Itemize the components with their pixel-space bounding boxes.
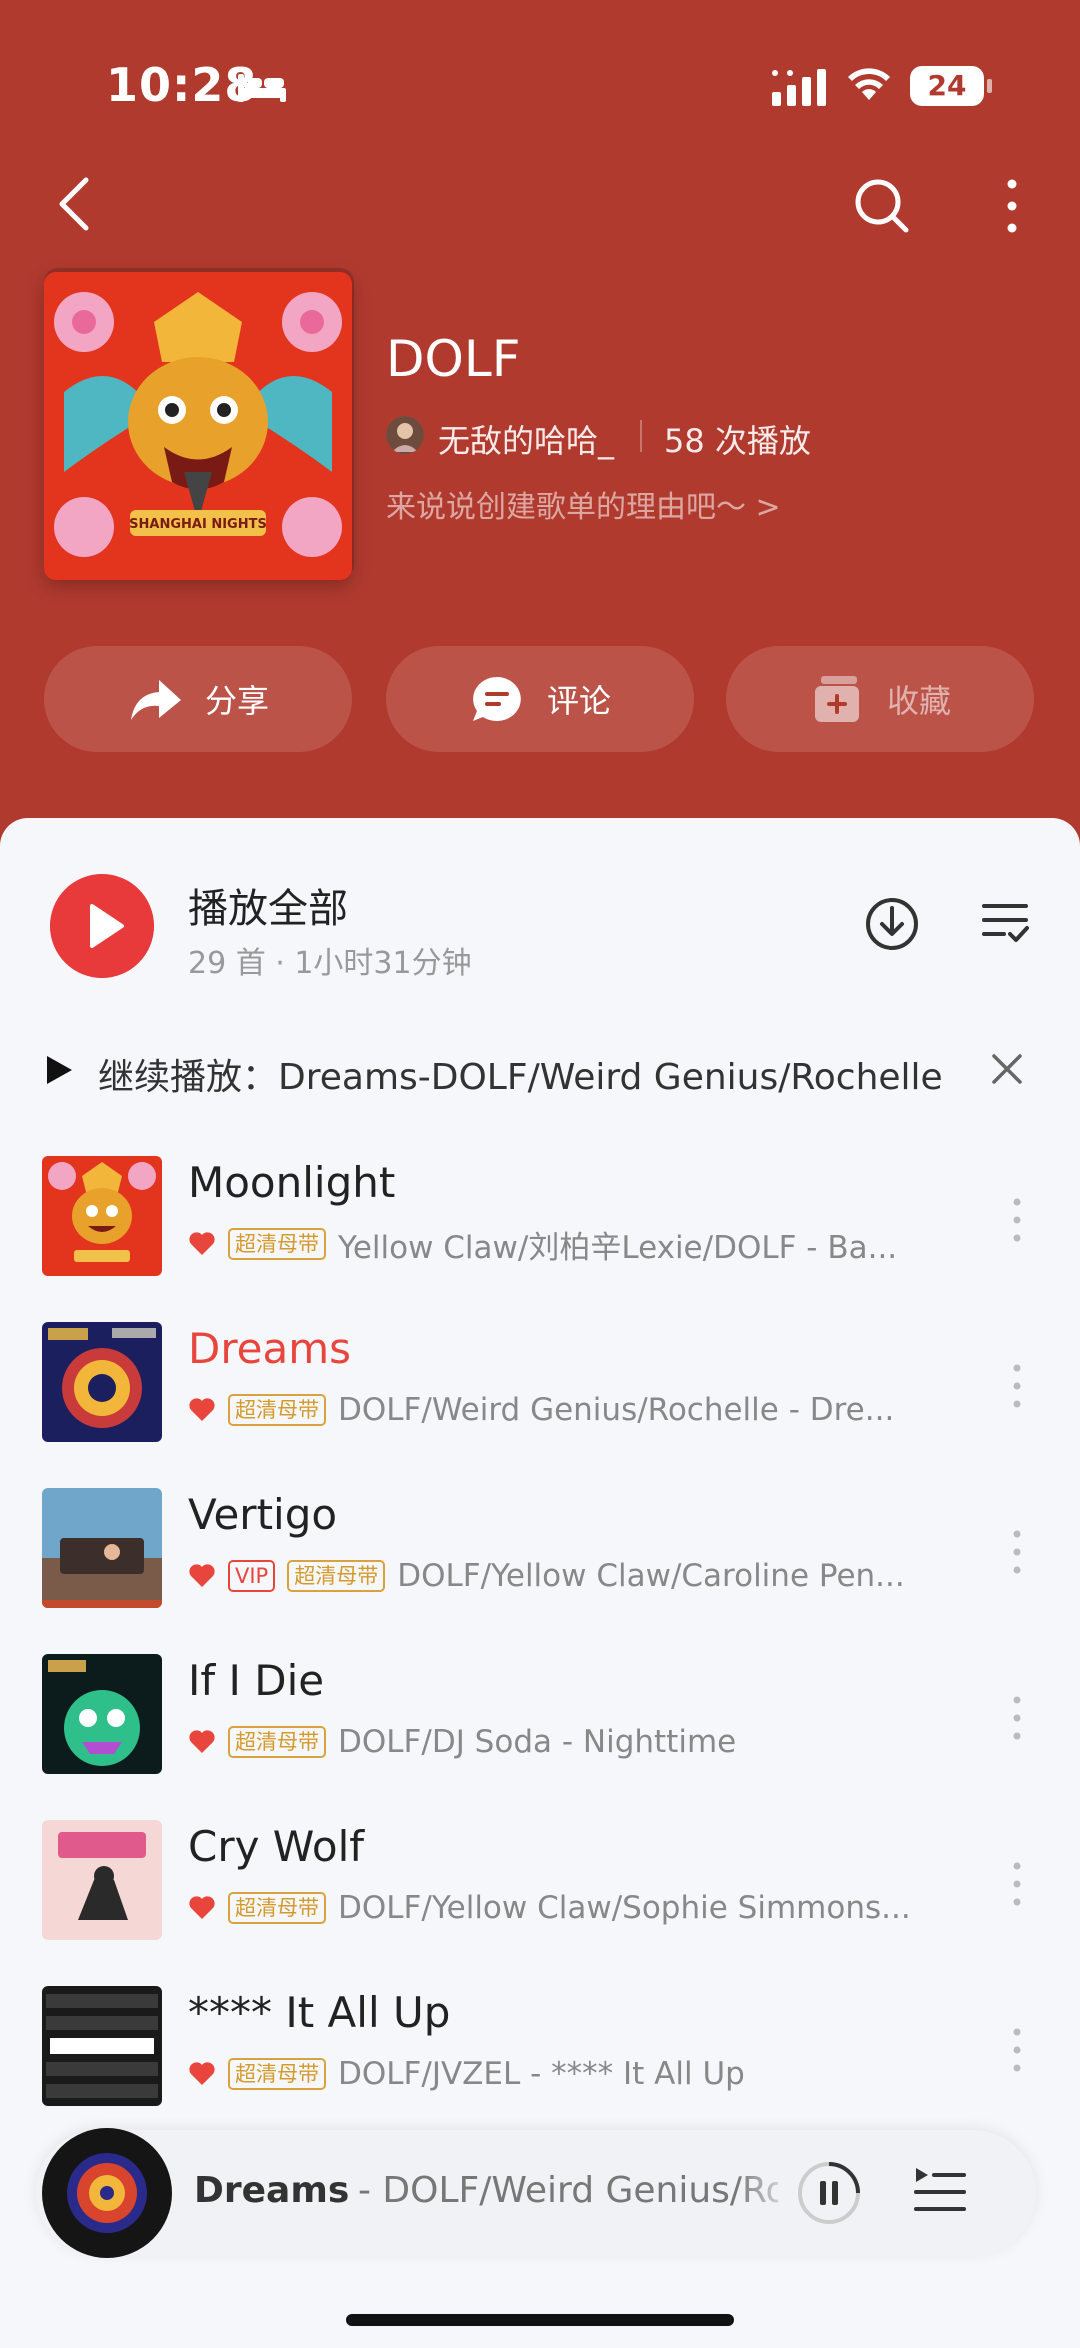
- search-icon[interactable]: [852, 176, 912, 236]
- playlist-title: DOLF: [386, 330, 521, 388]
- vip-badge: VIP: [228, 1560, 276, 1592]
- song-artist: DOLF/Yellow Claw/Sophie Simmons...: [338, 1890, 911, 1926]
- creator-avatar[interactable]: [386, 416, 424, 454]
- quality-badge: 超清母带: [228, 2058, 326, 2090]
- multi-select-icon[interactable]: [980, 900, 1030, 946]
- liked-heart-icon[interactable]: [188, 1895, 216, 1921]
- liked-heart-icon[interactable]: [188, 1397, 216, 1423]
- comment-label: 评论: [546, 682, 611, 720]
- status-bar: 10:28 24: [0, 0, 1080, 170]
- song-meta: 超清母带 DOLF/DJ Soda - Nighttime: [188, 1722, 736, 1762]
- vertigo-cover: [42, 1488, 162, 1608]
- song-meta: 超清母带 DOLF/JVZEL - **** It All Up: [188, 2054, 745, 2094]
- play-queue-icon[interactable]: [912, 2166, 968, 2218]
- divider: [640, 420, 642, 452]
- liked-heart-icon[interactable]: [188, 2061, 216, 2087]
- song-artist: DOLF/Weird Genius/Rochelle - Dre...: [338, 1392, 895, 1428]
- song-more-icon[interactable]: [1002, 2020, 1032, 2080]
- song-artist: DOLF/DJ Soda - Nighttime: [338, 1724, 737, 1760]
- comment-icon: [472, 677, 521, 721]
- collect-icon: [814, 676, 859, 722]
- playlist-description-prompt[interactable]: 来说说创建歌单的理由吧～ >: [386, 482, 781, 526]
- song-more-icon[interactable]: [1002, 1522, 1032, 1582]
- song-title: **** It All Up: [188, 1988, 451, 2037]
- mini-player-artist: - DOLF/Weird Genius/Rochelle: [358, 2170, 778, 2211]
- wifi-icon: [848, 68, 890, 100]
- quality-badge: 超清母带: [228, 1394, 326, 1426]
- song-more-icon[interactable]: [1002, 1190, 1032, 1250]
- play-all-label[interactable]: 播放全部: [188, 876, 348, 934]
- moonlight-cover: [42, 1156, 162, 1276]
- song-row[interactable]: If I Die 超清母带 DOLF/DJ Soda - Nighttime: [0, 1644, 1080, 1794]
- play-icon: [47, 1056, 72, 1084]
- more-options-icon[interactable]: [996, 176, 1028, 236]
- play-count: 58 次播放: [664, 422, 811, 460]
- song-title: Dreams: [188, 1324, 352, 1373]
- play-all-meta: 29 首 · 1小时31分钟: [188, 946, 472, 981]
- quality-badge: 超清母带: [228, 1228, 326, 1260]
- playlist-cover[interactable]: SHANGHAI NIGHTS: [44, 272, 352, 580]
- collect-label: 收藏: [886, 682, 951, 720]
- song-meta: 超清母带 DOLF/Weird Genius/Rochelle - Dre...: [188, 1390, 894, 1430]
- battery-indicator: 24: [910, 66, 992, 106]
- song-more-icon[interactable]: [1002, 1688, 1032, 1748]
- share-icon: [130, 680, 181, 720]
- liked-heart-icon[interactable]: [188, 1231, 216, 1257]
- song-title: Moonlight: [188, 1158, 396, 1207]
- song-row[interactable]: Moonlight 超清母带 Yellow Claw/刘柏辛Lexie/DOLF -…: [0, 1146, 1080, 1296]
- liked-heart-icon[interactable]: [188, 1563, 216, 1589]
- song-title: If I Die: [188, 1656, 325, 1705]
- cellular-signal-icon: [772, 69, 826, 106]
- text-fade: [736, 2160, 796, 2220]
- song-meta: 超清母带 DOLF/Yellow Claw/Sophie Simmons...: [188, 1888, 911, 1928]
- sleep-mode-icon: [238, 74, 286, 102]
- download-icon[interactable]: [864, 896, 920, 952]
- it-all-up-cover: [42, 1986, 162, 2106]
- cry-wolf-cover: [42, 1820, 162, 1940]
- mini-player-cover: [67, 2153, 147, 2233]
- song-artist: DOLF/Yellow Claw/Caroline Pen...: [397, 1558, 905, 1594]
- song-artist: Yellow Claw/刘柏辛Lexie/DOLF - Ba...: [338, 1229, 898, 1266]
- quality-badge: 超清母带: [228, 1892, 326, 1924]
- song-artist: DOLF/JVZEL - **** It All Up: [338, 2056, 745, 2092]
- mini-player-disc[interactable]: [42, 2128, 172, 2258]
- resume-playback-bar[interactable]: 继续播放：Dreams-DOLF/Weird Genius/Rochelle: [44, 1040, 1044, 1100]
- liked-heart-icon[interactable]: [188, 1729, 216, 1755]
- comment-button[interactable]: 评论: [386, 646, 694, 752]
- song-row[interactable]: Cry Wolf 超清母带 DOLF/Yellow Claw/Sophie Simm…: [0, 1810, 1080, 1960]
- resume-playback-text: 继续播放：Dreams-DOLF/Weird Genius/Rochelle: [98, 1057, 943, 1098]
- pause-icon[interactable]: [796, 2160, 862, 2226]
- share-label: 分享: [204, 682, 269, 720]
- playlist-header: 10:28 24 SHANGHAI NIGHTS DOLF 无敌的哈哈_ 58 …: [0, 0, 1080, 860]
- play-all-button[interactable]: [50, 874, 154, 978]
- mini-player-title: Dreams: [194, 2170, 350, 2211]
- quality-badge: 超清母带: [287, 1560, 386, 1592]
- close-icon[interactable]: [990, 1052, 1024, 1086]
- song-more-icon[interactable]: [1002, 1854, 1032, 1914]
- svg-text:SHANGHAI NIGHTS: SHANGHAI NIGHTS: [129, 517, 267, 532]
- collect-button[interactable]: 收藏: [726, 646, 1034, 752]
- status-time: 10:28: [106, 58, 258, 112]
- back-arrow-icon[interactable]: [50, 172, 98, 236]
- quality-badge: 超清母带: [228, 1726, 326, 1758]
- song-meta: VIP 超清母带 DOLF/Yellow Claw/Caroline Pen...: [188, 1556, 905, 1596]
- mini-player[interactable]: Dreams - DOLF/Weird Genius/Rochelle: [36, 2128, 1036, 2258]
- playlist-cover-art: SHANGHAI NIGHTS: [44, 272, 352, 580]
- song-row[interactable]: Dreams 超清母带 DOLF/Weird Genius/Rochelle - D…: [0, 1312, 1080, 1462]
- song-row[interactable]: Vertigo VIP 超清母带 DOLF/Yellow Claw/Caroline …: [0, 1478, 1080, 1628]
- home-indicator[interactable]: [346, 2314, 734, 2326]
- song-title: Cry Wolf: [188, 1822, 365, 1871]
- song-meta: 超清母带 Yellow Claw/刘柏辛Lexie/DOLF - Ba...: [188, 1224, 898, 1266]
- song-more-icon[interactable]: [1002, 1356, 1032, 1416]
- creator-name[interactable]: 无敌的哈哈_: [438, 416, 614, 462]
- song-title: Vertigo: [188, 1490, 338, 1539]
- share-button[interactable]: 分享: [44, 646, 352, 752]
- dreams-cover: [42, 1322, 162, 1442]
- if-i-die-cover: [42, 1654, 162, 1774]
- song-row[interactable]: **** It All Up 超清母带 DOLF/JVZEL - **** It A…: [0, 1976, 1080, 2126]
